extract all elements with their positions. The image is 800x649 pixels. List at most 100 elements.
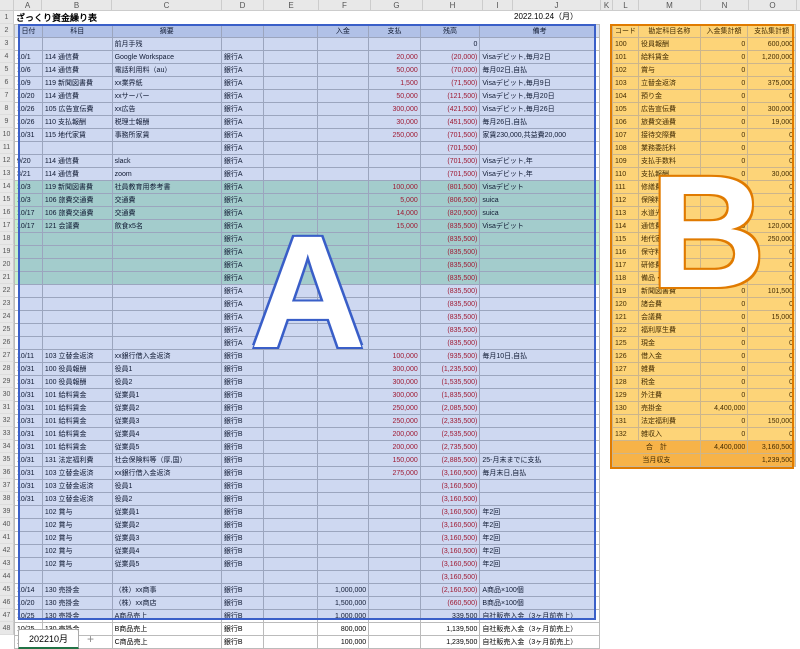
table-row: 119新聞図書費0101,500 bbox=[613, 285, 796, 298]
row-number[interactable]: 27 bbox=[0, 349, 14, 362]
col-header[interactable]: D bbox=[222, 0, 264, 10]
row-number[interactable]: 4 bbox=[0, 50, 14, 63]
row-number[interactable]: 26 bbox=[0, 336, 14, 349]
col-header[interactable] bbox=[0, 0, 14, 10]
table-row: 10/31100 役員報酬役員1銀行B300,000(1,235,500) bbox=[15, 363, 600, 376]
table-row: 10/11103 立替金返済xx銀行借入金返済銀行B100,000(935,50… bbox=[15, 350, 600, 363]
main-col-header bbox=[263, 25, 317, 38]
row-number[interactable]: 20 bbox=[0, 258, 14, 271]
row-number[interactable]: 23 bbox=[0, 297, 14, 310]
row-number[interactable]: 1 bbox=[0, 11, 14, 24]
col-header[interactable]: M bbox=[639, 0, 701, 10]
table-row: 10/31103 立替金返済xx銀行借入金返済銀行B275,000(3,160,… bbox=[15, 467, 600, 480]
col-header[interactable]: F bbox=[319, 0, 371, 10]
table-row: 10/17106 旅費交通費交通費銀行A14,000(820,500)suica bbox=[15, 207, 600, 220]
row-number[interactable]: 33 bbox=[0, 427, 14, 440]
row-number[interactable]: 38 bbox=[0, 492, 14, 505]
row-number[interactable]: 18 bbox=[0, 232, 14, 245]
side-final-row: 当月収支1,239,500 bbox=[613, 454, 796, 467]
row-number[interactable]: 10 bbox=[0, 128, 14, 141]
table-row: 10/17121 会議費飲食x5名銀行A15,000(835,500)Visaデ… bbox=[15, 220, 600, 233]
sheet-tabs: 202210月 + bbox=[18, 630, 102, 648]
col-header[interactable]: L bbox=[613, 0, 639, 10]
table-row: 102 賞与従業員4銀行B(3,160,500)年2回 bbox=[15, 545, 600, 558]
row-number[interactable]: 29 bbox=[0, 375, 14, 388]
table-row: 109支払手数料00 bbox=[613, 155, 796, 168]
table-row: 129外注費00 bbox=[613, 389, 796, 402]
table-row: 10/26105 広告宣伝費xx広告銀行A300,000(421,500)Vis… bbox=[15, 103, 600, 116]
side-col-header: 勘定科目名称 bbox=[639, 25, 701, 38]
row-number[interactable]: 46 bbox=[0, 596, 14, 609]
row-number[interactable]: 15 bbox=[0, 193, 14, 206]
row-number[interactable]: 19 bbox=[0, 245, 14, 258]
row-number[interactable]: 39 bbox=[0, 505, 14, 518]
row-number[interactable]: 44 bbox=[0, 570, 14, 583]
row-number[interactable]: 2 bbox=[0, 24, 14, 37]
table-row: 銀行A(835,500) bbox=[15, 285, 600, 298]
table-row: 銀行A(835,500) bbox=[15, 324, 600, 337]
main-col-header: 備考 bbox=[480, 25, 600, 38]
row-number[interactable]: 14 bbox=[0, 180, 14, 193]
row-number[interactable]: 43 bbox=[0, 557, 14, 570]
row-number[interactable]: 47 bbox=[0, 609, 14, 622]
row-number[interactable]: 45 bbox=[0, 583, 14, 596]
row-number[interactable]: 24 bbox=[0, 310, 14, 323]
col-header[interactable]: O bbox=[749, 0, 797, 10]
row-number[interactable]: 25 bbox=[0, 323, 14, 336]
main-col-header: 日付 bbox=[15, 25, 43, 38]
table-row: 10/3119 新聞図書費社員教育用参考書銀行A100,000(801,500)… bbox=[15, 181, 600, 194]
row-number[interactable]: 28 bbox=[0, 362, 14, 375]
row-number[interactable]: 34 bbox=[0, 440, 14, 453]
table-row: 100役員報酬0600,000 bbox=[613, 38, 796, 51]
row-number[interactable]: 21 bbox=[0, 271, 14, 284]
row-number[interactable]: 12 bbox=[0, 154, 14, 167]
row-number[interactable]: 37 bbox=[0, 479, 14, 492]
col-header[interactable]: E bbox=[264, 0, 319, 10]
row-number[interactable]: 13 bbox=[0, 167, 14, 180]
row-number[interactable]: 42 bbox=[0, 544, 14, 557]
row-number[interactable]: 3 bbox=[0, 37, 14, 50]
table-row: 132雑収入00 bbox=[613, 428, 796, 441]
row-number[interactable]: 35 bbox=[0, 453, 14, 466]
col-header[interactable]: A bbox=[14, 0, 42, 10]
row-number[interactable]: 48 bbox=[0, 622, 14, 635]
row-number[interactable]: 16 bbox=[0, 206, 14, 219]
col-header[interactable]: H bbox=[423, 0, 483, 10]
table-row: 120諸会費00 bbox=[613, 298, 796, 311]
col-header[interactable]: N bbox=[701, 0, 749, 10]
sheet-tab-active[interactable]: 202210月 bbox=[18, 629, 79, 649]
table-row: 114通信費0120,000 bbox=[613, 220, 796, 233]
table-row: 128税金00 bbox=[613, 376, 796, 389]
row-number[interactable]: 22 bbox=[0, 284, 14, 297]
sheet-title: ざっくり資金繰り表 bbox=[14, 11, 97, 24]
table-row: 銀行A(835,500) bbox=[15, 246, 600, 259]
add-sheet-icon[interactable]: + bbox=[79, 632, 102, 646]
row-number[interactable]: 30 bbox=[0, 388, 14, 401]
col-header[interactable]: J bbox=[513, 0, 601, 10]
col-header[interactable]: C bbox=[112, 0, 222, 10]
row-number[interactable]: 7 bbox=[0, 89, 14, 102]
table-row: 10/25130 売掛金A商品売上銀行B1,000,000339,500自社販売… bbox=[15, 610, 600, 623]
table-row: 10/26110 支払報酬税理士報酬銀行A30,000(451,500)毎月26… bbox=[15, 116, 600, 129]
table-row: 107接待交際費00 bbox=[613, 129, 796, 142]
row-number[interactable]: 40 bbox=[0, 518, 14, 531]
row-number[interactable]: 32 bbox=[0, 414, 14, 427]
col-header[interactable]: G bbox=[371, 0, 423, 10]
table-row: 122福利厚生費00 bbox=[613, 324, 796, 337]
row-number[interactable]: 41 bbox=[0, 531, 14, 544]
col-header[interactable]: B bbox=[42, 0, 112, 10]
table-row: 102賞与00 bbox=[613, 64, 796, 77]
row-number[interactable]: 9 bbox=[0, 115, 14, 128]
row-number[interactable]: 8 bbox=[0, 102, 14, 115]
table-row: 125現金00 bbox=[613, 337, 796, 350]
main-col-header: 摘要 bbox=[112, 25, 221, 38]
col-header[interactable]: I bbox=[483, 0, 513, 10]
row-number[interactable]: 6 bbox=[0, 76, 14, 89]
table-row: 10/31101 給料賃金従業員5銀行B200,000(2,735,500) bbox=[15, 441, 600, 454]
row-number[interactable]: 36 bbox=[0, 466, 14, 479]
row-number[interactable]: 11 bbox=[0, 141, 14, 154]
row-number[interactable]: 17 bbox=[0, 219, 14, 232]
col-header[interactable]: K bbox=[601, 0, 613, 10]
row-number[interactable]: 5 bbox=[0, 63, 14, 76]
row-number[interactable]: 31 bbox=[0, 401, 14, 414]
